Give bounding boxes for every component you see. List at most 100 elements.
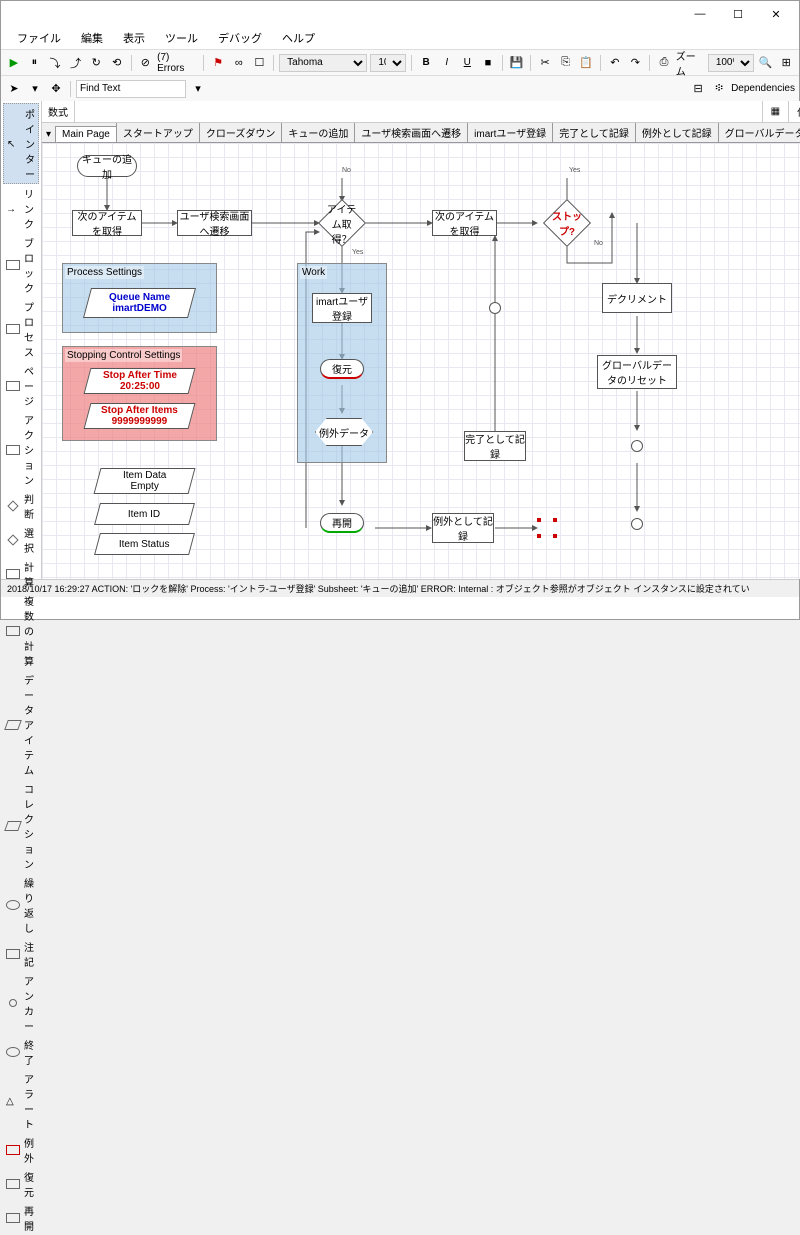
tab-imart[interactable]: imartユーザ登録 — [467, 123, 553, 142]
menu-tools[interactable]: ツール — [157, 28, 206, 48]
errors-icon[interactable]: ⊘ — [137, 54, 155, 72]
palette-restore[interactable]: 復元 — [3, 1167, 39, 1201]
tab-exception[interactable]: 例外として記録 — [635, 123, 719, 142]
underline-icon[interactable]: U — [459, 54, 477, 72]
diagram-canvas[interactable]: キューの追加 次のアイテムを取得 ユーザ検索画面へ遷移 アイテム取得？ No Y… — [42, 143, 800, 579]
formula-calc-button[interactable]: ▦ — [762, 101, 788, 122]
tree-icon[interactable]: ⊟ — [689, 80, 707, 98]
minimize-button[interactable]: — — [681, 3, 719, 25]
menu-file[interactable]: ファイル — [9, 28, 69, 48]
cut-icon[interactable]: ✂ — [536, 54, 554, 72]
tab-globalreset[interactable]: グローバルデータのリセット — [718, 123, 800, 142]
link-icon[interactable]: ∞ — [230, 54, 248, 72]
zoomfit-icon[interactable]: ⊞ — [777, 54, 795, 72]
palette-action[interactable]: アクション — [3, 410, 39, 489]
save-to-button[interactable]: 保存先 — [788, 101, 800, 122]
node-imart-register[interactable]: imartユーザ登録 — [312, 293, 372, 323]
node-exception-record[interactable]: 例外として記録 — [432, 513, 494, 543]
node-user-search[interactable]: ユーザ検索画面へ遷移 — [177, 210, 252, 236]
dependencies-label[interactable]: Dependencies — [731, 83, 795, 94]
node-resume[interactable]: 再開 — [320, 513, 364, 533]
anchor-2[interactable] — [631, 518, 643, 530]
anchor-3[interactable] — [489, 302, 501, 314]
palette-alert[interactable]: △アラート — [3, 1069, 39, 1133]
step-icon[interactable]: ⤵ — [46, 54, 64, 72]
palette-decision[interactable]: 判断 — [3, 489, 39, 523]
data-item-status[interactable]: Item Status — [94, 533, 195, 555]
palette-exception[interactable]: 例外 — [3, 1133, 39, 1167]
color-icon[interactable]: ■ — [479, 54, 497, 72]
bold-icon[interactable]: B — [417, 54, 435, 72]
menu-debug[interactable]: デバッグ — [210, 28, 270, 48]
tab-complete[interactable]: 完了として記録 — [552, 123, 636, 142]
drop-icon[interactable]: ▾ — [26, 80, 44, 98]
move-icon[interactable]: ✥ — [47, 80, 65, 98]
palette-collection[interactable]: コレクション — [3, 779, 39, 873]
copy-icon[interactable]: ⎘ — [557, 54, 575, 72]
node-decrement[interactable]: デクリメント — [602, 283, 672, 313]
italic-icon[interactable]: I — [438, 54, 456, 72]
data-stop-after-items[interactable]: Stop After Items 9999999999 — [84, 403, 196, 429]
node-next-item-2[interactable]: 次のアイテムを取得 — [432, 210, 497, 236]
step-over-icon[interactable]: ⤴ — [67, 54, 85, 72]
palette-resume[interactable]: 再開 — [3, 1201, 39, 1235]
palette-choice[interactable]: 選択 — [3, 523, 39, 557]
print-icon[interactable]: ⎙ — [655, 54, 673, 72]
node-stop[interactable]: ストップ? — [543, 199, 591, 247]
refresh-icon[interactable]: ↻ — [87, 54, 105, 72]
menu-help[interactable]: ヘルプ — [274, 28, 323, 48]
paste-icon[interactable]: 📋 — [577, 54, 595, 72]
palette-page[interactable]: ページ — [3, 361, 39, 410]
tab-queueadd[interactable]: キューの追加 — [281, 123, 355, 142]
data-item-id[interactable]: Item ID — [94, 503, 195, 525]
palette-end[interactable]: 終了 — [3, 1035, 39, 1069]
node-exception-data[interactable]: 例外データ — [315, 418, 373, 446]
menu-view[interactable]: 表示 — [115, 28, 153, 48]
run-icon[interactable]: ▶ — [5, 54, 23, 72]
close-button[interactable]: ✕ — [757, 3, 795, 25]
tab-closedown[interactable]: クローズダウン — [199, 123, 283, 142]
reset-icon[interactable]: ⟲ — [108, 54, 126, 72]
arrow-icon[interactable]: ➤ — [5, 80, 23, 98]
node-queue-add[interactable]: キューの追加 — [77, 155, 137, 177]
palette-loop[interactable]: 繰り返し — [3, 873, 39, 937]
palette-anchor[interactable]: アンカー — [3, 971, 39, 1035]
tab-menu-icon[interactable]: ▾ — [42, 127, 55, 142]
node-next-item-1[interactable]: 次のアイテムを取得 — [72, 210, 142, 236]
palette-link[interactable]: →リンク — [3, 184, 39, 233]
formula-input[interactable] — [75, 101, 762, 122]
zoomin-icon[interactable]: 🔍 — [757, 54, 775, 72]
anchor-1[interactable] — [631, 440, 643, 452]
redo-icon[interactable]: ↷ — [627, 54, 645, 72]
flag-icon[interactable]: ⚑ — [209, 54, 227, 72]
node-global-reset[interactable]: グローバルデータのリセット — [597, 355, 677, 389]
palette-block[interactable]: ブロック — [3, 233, 39, 297]
selection-handles[interactable] — [537, 518, 557, 538]
palette-note[interactable]: 注記 — [3, 937, 39, 971]
data-stop-after-time[interactable]: Stop After Time 20:25:00 — [84, 368, 196, 394]
pause-icon[interactable]: ⏸ — [26, 54, 44, 72]
palette-multicalc[interactable]: 複数の計算 — [3, 591, 39, 670]
dep-icon[interactable]: ፨ — [710, 80, 728, 98]
menu-edit[interactable]: 編集 — [73, 28, 111, 48]
node-complete[interactable]: 完了として記録 — [464, 431, 526, 461]
fontsize-select[interactable]: 10 — [370, 54, 406, 72]
data-item-data[interactable]: Item Data Empty — [94, 468, 196, 494]
doc-icon[interactable]: ☐ — [251, 54, 269, 72]
tab-usersearch[interactable]: ユーザ検索画面へ遷移 — [354, 123, 468, 142]
font-select[interactable]: Tahoma — [279, 54, 367, 72]
palette-dataitem[interactable]: データアイテム — [3, 670, 39, 779]
tab-main[interactable]: Main Page — [55, 126, 117, 142]
palette-pointer[interactable]: ↖ポインター — [3, 103, 39, 184]
undo-icon[interactable]: ↶ — [606, 54, 624, 72]
maximize-button[interactable]: ☐ — [719, 3, 757, 25]
zoom-select[interactable]: 100% — [708, 54, 754, 72]
find-next-icon[interactable]: ▾ — [189, 80, 207, 98]
errors-label[interactable]: (7) Errors — [157, 52, 198, 74]
data-queue-name[interactable]: Queue Name imartDEMO — [83, 288, 196, 318]
node-item-got[interactable]: アイテム取得？ — [318, 199, 366, 247]
save-icon[interactable]: 💾 — [508, 54, 526, 72]
node-restore[interactable]: 復元 — [320, 359, 364, 379]
palette-process[interactable]: プロセス — [3, 297, 39, 361]
tab-startup[interactable]: スタートアップ — [116, 123, 200, 142]
